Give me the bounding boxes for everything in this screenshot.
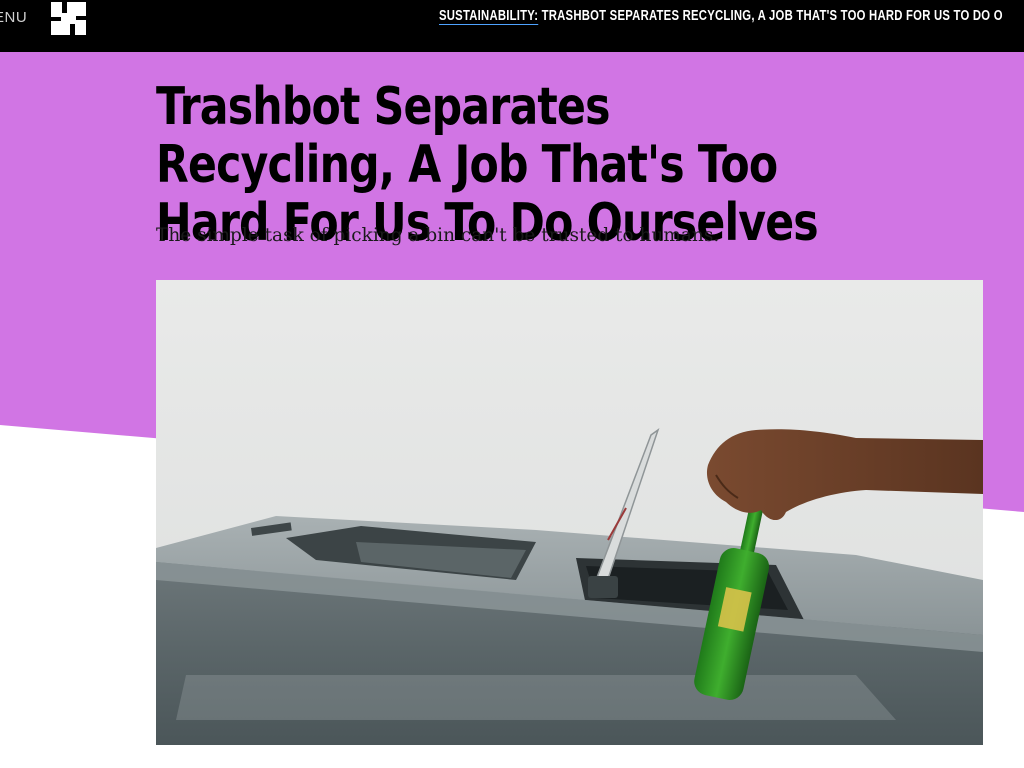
trashbot-photo [156, 280, 983, 745]
ticker-headline-link[interactable]: TRASHBOT SEPARATES RECYCLING, A JOB THAT… [538, 8, 1003, 24]
hero-image [156, 280, 983, 745]
top-navigation-bar: ENU SUSTAINABILITY: TRASHBOT SEPARATES R… [0, 0, 1024, 52]
site-logo-icon[interactable] [51, 2, 86, 35]
menu-button[interactable]: ENU [0, 9, 27, 26]
section-kicker-link[interactable]: SUSTAINABILITY: [439, 8, 538, 24]
headline-ticker: SUSTAINABILITY: TRASHBOT SEPARATES RECYC… [439, 8, 1003, 24]
article-dek: The simple task of picking a bin can't b… [156, 225, 720, 246]
